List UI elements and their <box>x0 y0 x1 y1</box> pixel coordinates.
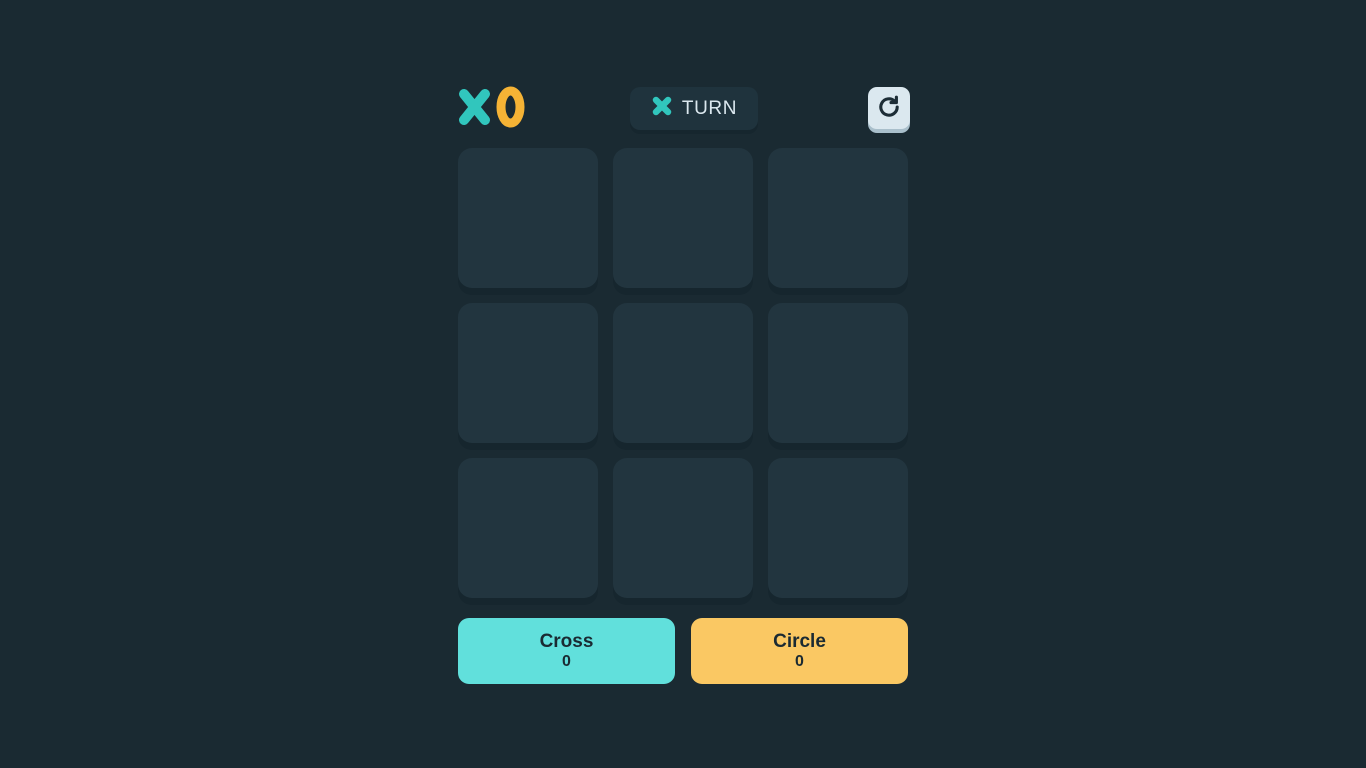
score-panel-cross: Cross 0 <box>458 618 675 684</box>
board-cell-4[interactable] <box>613 303 753 443</box>
board-cell-7[interactable] <box>613 458 753 598</box>
circle-icon <box>496 86 525 133</box>
turn-indicator: TURN <box>630 87 758 130</box>
score-row: Cross 0 Circle 0 <box>458 618 908 684</box>
board-cell-0[interactable] <box>458 148 598 288</box>
board-cell-3[interactable] <box>458 303 598 443</box>
score-title-cross: Cross <box>539 630 594 652</box>
score-panel-circle: Circle 0 <box>691 618 908 684</box>
board-cell-6[interactable] <box>458 458 598 598</box>
game-header: TURN <box>458 80 910 138</box>
game-logo <box>458 85 525 133</box>
restart-icon <box>876 94 902 123</box>
board-cell-1[interactable] <box>613 148 753 288</box>
board-cell-5[interactable] <box>768 303 908 443</box>
turn-label: TURN <box>681 97 738 119</box>
board-cell-2[interactable] <box>768 148 908 288</box>
restart-button[interactable] <box>868 87 910 129</box>
game-board <box>458 148 908 598</box>
turn-marker-icon <box>651 95 673 122</box>
tic-tac-toe-app: TURN Cross 0 Circle 0 <box>458 80 910 684</box>
board-cell-8[interactable] <box>768 458 908 598</box>
cross-icon <box>458 88 491 131</box>
score-value-cross: 0 <box>562 652 571 670</box>
score-title-circle: Circle <box>773 630 826 652</box>
score-value-circle: 0 <box>795 652 804 670</box>
